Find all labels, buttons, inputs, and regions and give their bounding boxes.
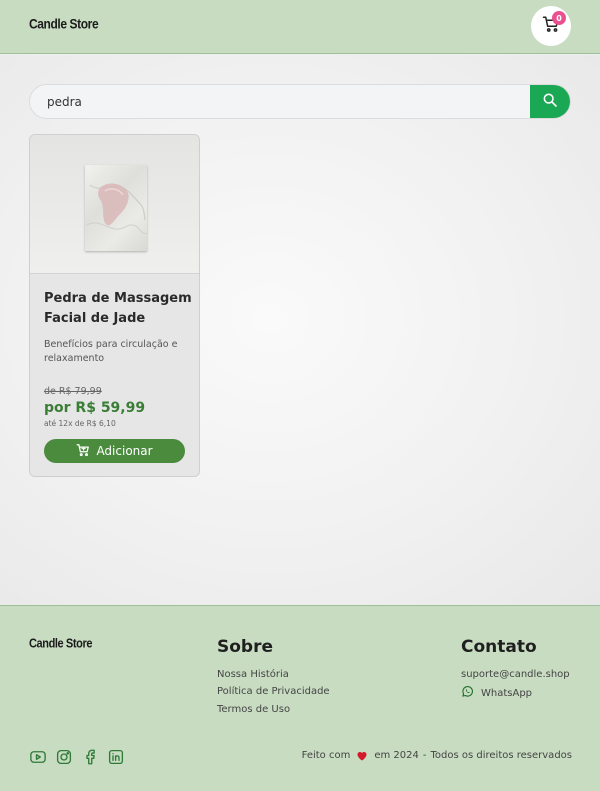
header: Candle Store 0	[0, 0, 600, 54]
product-image[interactable]	[30, 135, 199, 274]
cart-plus-icon	[76, 443, 90, 460]
product-description: Benefícios para circulação e relaxamento	[44, 339, 178, 364]
youtube-icon[interactable]	[29, 748, 47, 766]
instagram-icon[interactable]	[55, 748, 73, 766]
search-button[interactable]	[530, 85, 570, 118]
link-nossa-historia[interactable]: Nossa História	[217, 669, 289, 680]
facebook-icon[interactable]	[81, 748, 99, 766]
separator: -	[422, 750, 427, 761]
whatsapp-label: WhatsApp	[481, 687, 533, 699]
link-termos-uso[interactable]: Termos de Uso	[217, 704, 290, 715]
cart-button[interactable]: 0	[531, 6, 571, 46]
main-content: Pedra de Massagem Facial de Jade Benefíc…	[0, 55, 600, 605]
link-politica-privacidade[interactable]: Política de Privacidade	[217, 686, 330, 697]
current-price: por R$ 59,99	[44, 400, 146, 416]
footer: Candle Store Sobre Nossa História Políti…	[0, 605, 600, 791]
old-price: de R$ 79,99	[44, 386, 102, 397]
sobre-title: Sobre	[217, 637, 274, 657]
made-with-text: Feito com	[301, 750, 351, 761]
installments-text: até 12x de R$ 6,10	[44, 419, 116, 428]
marble-board	[85, 165, 148, 251]
contato-title: Contato	[461, 637, 537, 657]
rights-text: Todos os direitos reservados	[430, 750, 572, 761]
search-bar	[29, 84, 571, 119]
contact-email[interactable]: suporte@candle.shop	[461, 669, 570, 680]
cart-count-badge: 0	[552, 11, 566, 25]
product-card[interactable]: Pedra de Massagem Facial de Jade Benefíc…	[29, 134, 200, 477]
search-input[interactable]	[30, 85, 532, 118]
add-to-cart-button[interactable]: Adicionar	[44, 439, 185, 463]
year-text: em 2024	[374, 750, 419, 761]
search-icon	[542, 92, 558, 112]
whatsapp-link[interactable]: WhatsApp	[461, 685, 532, 701]
logo[interactable]: Candle Store	[29, 16, 99, 32]
add-button-label: Adicionar	[96, 444, 153, 458]
product-title[interactable]: Pedra de Massagem Facial de Jade	[44, 289, 194, 329]
social-links	[29, 748, 125, 766]
copyright: Feito com em 2024 - Todos os direitos re…	[302, 750, 572, 761]
linkedin-icon[interactable]	[107, 748, 125, 766]
heart-icon	[356, 750, 368, 761]
footer-logo[interactable]: Candle Store	[29, 637, 92, 651]
whatsapp-icon	[461, 685, 474, 701]
